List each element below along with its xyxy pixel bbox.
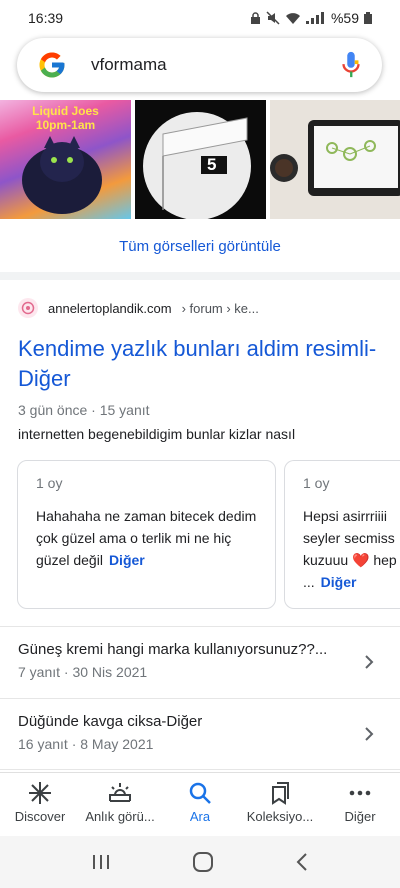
status-time: 16:39 <box>28 10 64 26</box>
sunrise-icon <box>109 783 131 802</box>
nav-label: Anlık görü... <box>85 809 155 824</box>
answer-votes: 1 oy <box>36 475 63 491</box>
answer-card[interactable]: 1 oy Hepsi asirrriiii seyler secmiss kuz… <box>284 460 400 609</box>
battery-icon <box>364 12 372 24</box>
answer-more-link[interactable]: Diğer <box>109 552 145 568</box>
result-meta: 3 gün önce · 15 yanıt <box>18 402 150 418</box>
recent-apps-icon[interactable] <box>91 853 111 871</box>
microphone-icon[interactable] <box>340 51 362 79</box>
related-question-title: Güneş kremi hangi marka kullanıyorsunuz?… <box>18 641 328 658</box>
search-icon <box>189 782 211 804</box>
answer-votes: 1 oy <box>303 475 330 491</box>
answer-cards-carousel[interactable]: 1 oy Hahahaha ne zaman bitecek dedim çok… <box>17 460 400 610</box>
nav-label: Ara <box>189 809 211 824</box>
nav-more[interactable]: Diğer <box>321 781 399 824</box>
answer-text: Hepsi asirrriiii seyler secmiss kuzuuu ❤… <box>303 505 400 593</box>
back-icon[interactable] <box>295 852 309 872</box>
image-thumbnail[interactable] <box>270 100 400 219</box>
mute-icon <box>266 11 280 25</box>
result-source[interactable]: annelertoplandik.com › forum › ke... <box>18 298 259 318</box>
status-bar: 16:39 %59 <box>0 0 400 36</box>
number-cube-illustration <box>143 112 251 219</box>
related-question-row[interactable]: Güneş kremi hangi marka kullanıyorsunuz?… <box>0 626 400 698</box>
cube-number: 5 <box>207 155 217 174</box>
answer-more-link[interactable]: Diğer <box>321 574 357 590</box>
site-favicon-icon <box>18 298 38 318</box>
home-icon[interactable] <box>192 851 214 873</box>
search-query[interactable]: vformama <box>91 55 340 75</box>
chevron-right-icon <box>365 727 374 741</box>
bookmarks-icon <box>272 782 289 805</box>
bottom-navigation: Discover Anlık görü... Ara Koleksiyo... … <box>0 772 400 832</box>
nav-search[interactable]: Ara <box>161 781 239 824</box>
section-divider <box>0 272 400 280</box>
result-snippet: internetten begenebildigim bunlar kizlar… <box>18 426 296 442</box>
nav-label: Koleksiyo... <box>246 809 314 824</box>
result-title-link[interactable]: Kendime yazlık bunları aldim resimli-Diğ… <box>18 334 388 394</box>
nav-discover[interactable]: Discover <box>1 781 79 824</box>
related-question-meta: 7 yanıt · 30 Nis 2021 <box>18 664 148 680</box>
panther-illustration <box>22 136 102 214</box>
nav-snapshot[interactable]: Anlık görü... <box>81 781 159 824</box>
image-thumbnail[interactable]: Liquid Joes 10pm-1am <box>0 100 131 219</box>
related-question-title: Düğünde kavga ciksa-Diğer <box>18 713 203 730</box>
related-question-meta: 16 yanıt · 8 May 2021 <box>18 736 154 752</box>
system-navigation-bar <box>0 836 400 888</box>
asterisk-icon <box>29 782 51 804</box>
google-logo-icon <box>39 52 65 78</box>
image-results-strip: Liquid Joes 10pm-1am 5 <box>0 100 400 219</box>
site-breadcrumb: › forum › ke... <box>181 300 259 316</box>
lock-icon <box>250 12 260 24</box>
nav-collections[interactable]: Koleksiyo... <box>241 781 319 824</box>
search-bar[interactable]: vformama <box>17 38 382 92</box>
tablet-diagram-illustration <box>270 100 400 219</box>
site-domain: annelertoplandik.com <box>48 300 172 316</box>
battery-percent: %59 <box>330 10 359 26</box>
nav-label: Diğer <box>344 809 376 824</box>
view-all-images-link[interactable]: Tüm görselleri görüntüle <box>0 226 400 266</box>
wifi-icon <box>285 12 300 24</box>
status-icons: %59 <box>250 10 372 26</box>
related-question-row[interactable]: Düğünde kavga ciksa-Diğer 16 yanıt · 8 M… <box>0 698 400 770</box>
answer-body: Hahahaha ne zaman bitecek dedim çok güze… <box>36 508 257 568</box>
more-dots-icon <box>349 790 371 796</box>
nav-label: Discover <box>14 809 66 824</box>
answer-text: Hahahaha ne zaman bitecek dedim çok güze… <box>36 505 257 571</box>
signal-icon <box>305 12 324 24</box>
answer-card[interactable]: 1 oy Hahahaha ne zaman bitecek dedim çok… <box>17 460 276 609</box>
chevron-right-icon <box>365 655 374 669</box>
image-thumbnail[interactable]: 5 <box>135 100 266 219</box>
